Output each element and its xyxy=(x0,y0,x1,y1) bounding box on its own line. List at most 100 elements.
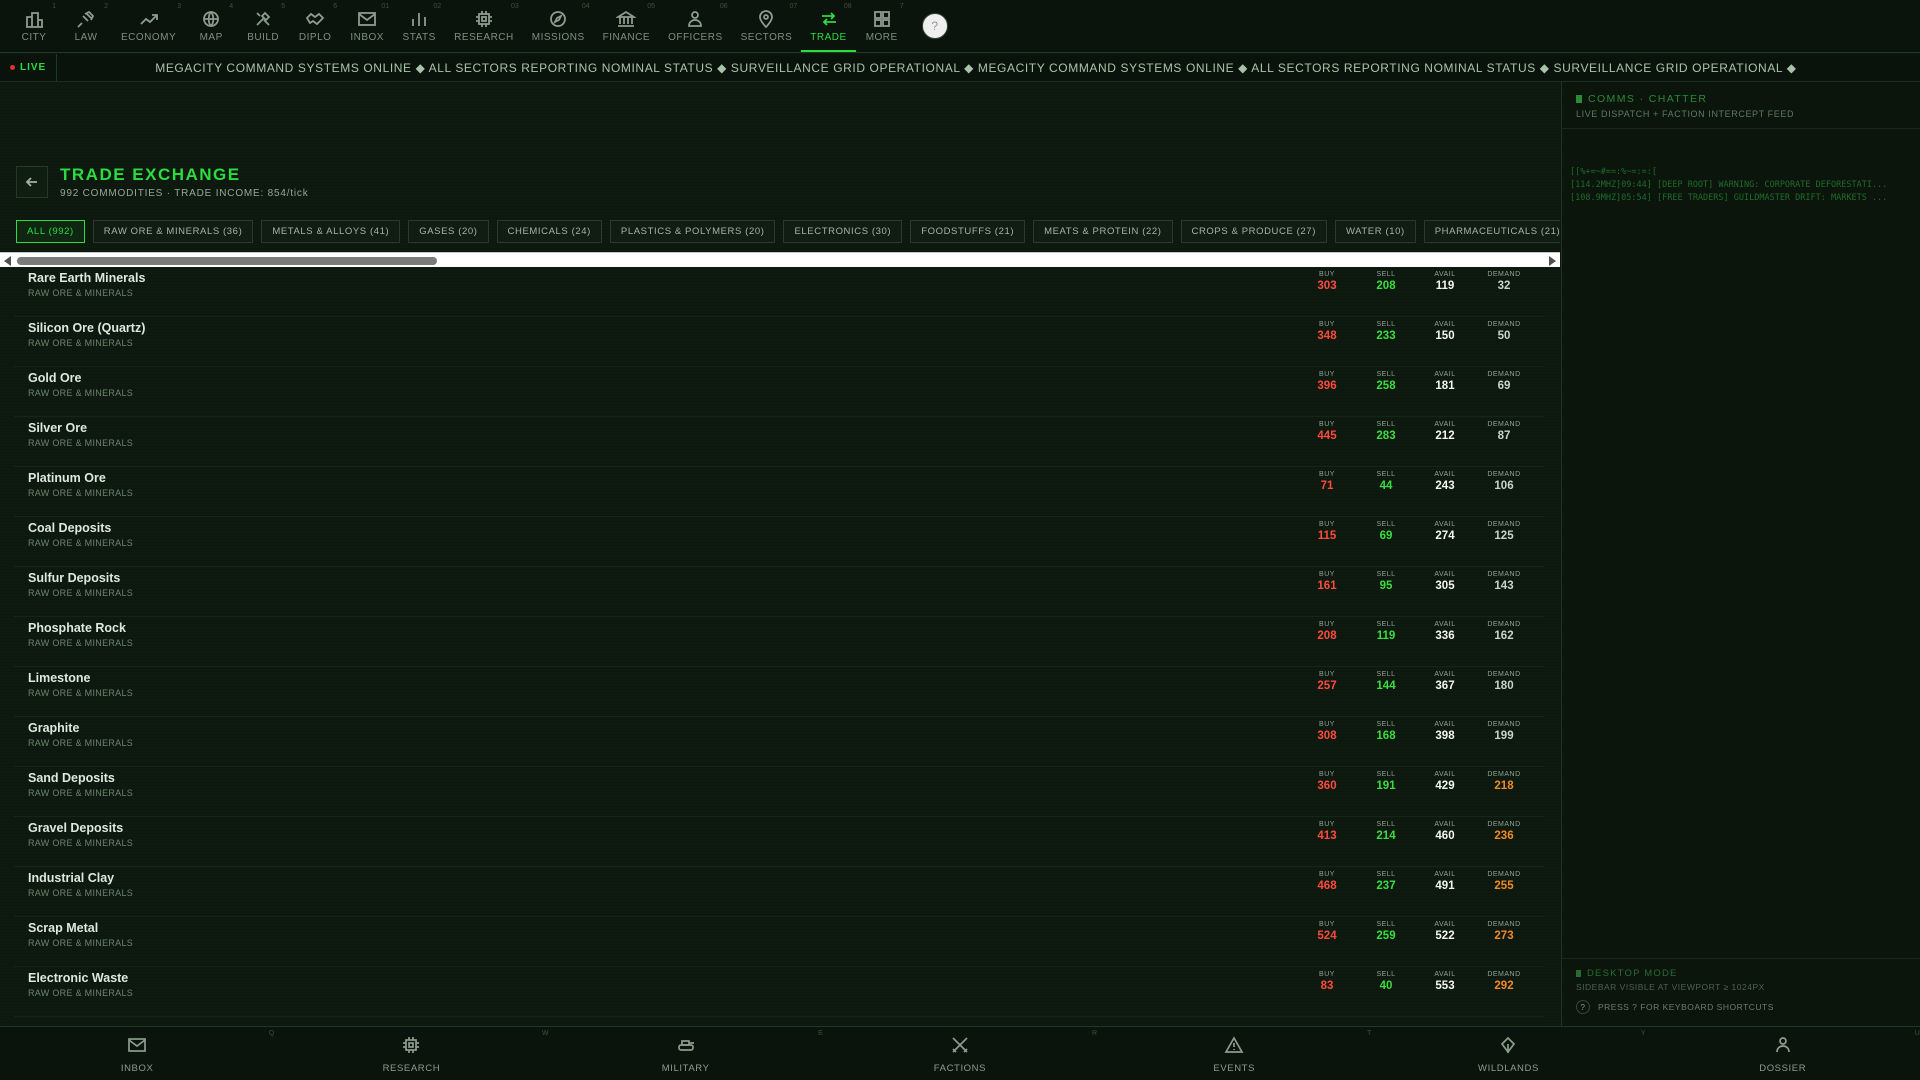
tab-pharmaceuticals-21[interactable]: PHARMACEUTICALS (21) xyxy=(1423,220,1560,243)
nav-item-more[interactable]: MORE 7 xyxy=(856,0,908,52)
commodity-row[interactable]: Limestone RAW ORE & MINERALS BUY 257 SELL 144… xyxy=(14,667,1544,717)
sell-label: SELL xyxy=(1376,671,1396,678)
avail-stat: AVAIL 212 xyxy=(1415,421,1475,442)
commodity-row[interactable]: Gravel Deposits RAW ORE & MINERALS BUY 413 S… xyxy=(14,817,1544,867)
nav-item-diplo[interactable]: DIPLO 6 xyxy=(289,0,341,52)
commodity-name: Silicon Ore (Quartz) xyxy=(28,321,146,335)
bottom-nav-military[interactable]: MILITARY E xyxy=(549,1027,823,1080)
avail-stat: AVAIL 150 xyxy=(1415,321,1475,342)
nav-icon-wrap xyxy=(305,9,325,29)
sell-stat: SELL 233 xyxy=(1356,321,1416,342)
nav-item-trade[interactable]: TRADE 08 xyxy=(801,0,857,52)
nav-item-build[interactable]: BUILD 5 xyxy=(237,0,289,52)
tab-gases-20[interactable]: GASES (20) xyxy=(408,220,489,243)
scroll-left-icon[interactable] xyxy=(4,256,11,266)
nav-item-research[interactable]: RESEARCH 03 xyxy=(445,0,523,52)
buy-value: 348 xyxy=(1317,330,1337,342)
scroll-right-icon[interactable] xyxy=(1549,256,1556,266)
scrollbar-thumb[interactable] xyxy=(17,257,437,265)
avail-label: AVAIL xyxy=(1434,721,1456,728)
commodity-name: Platinum Ore xyxy=(28,471,106,485)
tab-all-992[interactable]: ALL (992) xyxy=(16,220,85,243)
commodity-row[interactable]: Platinum Ore RAW ORE & MINERALS BUY 71 SELL 4… xyxy=(14,467,1544,517)
chip-icon xyxy=(475,11,492,27)
avail-stat: AVAIL 460 xyxy=(1415,821,1475,842)
commodity-row[interactable]: Coal Deposits RAW ORE & MINERALS BUY 115 SEL… xyxy=(14,517,1544,567)
tab-foodstuffs-21[interactable]: FOODSTUFFS (21) xyxy=(910,220,1026,243)
bottom-nav-factions[interactable]: FACTIONS R xyxy=(823,1027,1097,1080)
buy-value: 115 xyxy=(1317,530,1337,542)
crossed-swords-icon xyxy=(952,1036,968,1053)
horizontal-scrollbar[interactable] xyxy=(0,252,1560,267)
nav-item-finance[interactable]: FINANCE 05 xyxy=(594,0,659,52)
bottom-nav-inbox[interactable]: INBOX Q xyxy=(0,1027,274,1080)
commodity-row[interactable]: Gold Ore RAW ORE & MINERALS BUY 396 SELL 258 A… xyxy=(14,367,1544,417)
bottom-nav-events[interactable]: EVENTS T xyxy=(1097,1027,1371,1080)
tab-metals-alloys-41[interactable]: METALS & ALLOYS (41) xyxy=(261,220,401,243)
nav-item-sectors[interactable]: SECTORS 07 xyxy=(732,0,802,52)
avail-stat: AVAIL 522 xyxy=(1415,921,1475,942)
nav-item-label: STATS xyxy=(402,32,436,43)
back-button[interactable] xyxy=(16,166,48,198)
avail-label: AVAIL xyxy=(1434,621,1456,628)
live-dot-icon xyxy=(10,65,15,70)
bottom-nav-wildlands[interactable]: WILDLANDS Y xyxy=(1371,1027,1646,1080)
bottom-nav-icon-wrap xyxy=(1773,1035,1793,1060)
tab-water-10[interactable]: WATER (10) xyxy=(1334,220,1416,243)
nav-hotkey: 03 xyxy=(510,3,519,10)
avail-stat: AVAIL 367 xyxy=(1415,671,1475,692)
commodity-row[interactable]: Sand Deposits RAW ORE & MINERALS BUY 360 SEL… xyxy=(14,767,1544,817)
avail-value: 460 xyxy=(1435,830,1455,842)
tab-chemicals-24[interactable]: CHEMICALS (24) xyxy=(496,220,602,243)
tab-plastics-polymers-20[interactable]: PLASTICS & POLYMERS (20) xyxy=(609,220,776,243)
tab-electronics-30[interactable]: ELECTRONICS (30) xyxy=(783,220,903,243)
nav-item-stats[interactable]: STATS 02 xyxy=(393,0,445,52)
bottom-nav-icon-wrap xyxy=(950,1035,970,1060)
nav-item-inbox[interactable]: INBOX 01 xyxy=(341,0,393,52)
sell-label: SELL xyxy=(1376,521,1396,528)
nav-item-city[interactable]: CITY 1 xyxy=(8,0,60,52)
nav-item-officers[interactable]: OFFICERS 06 xyxy=(659,0,732,52)
nav-icon-wrap xyxy=(357,9,377,29)
sell-label: SELL xyxy=(1376,871,1396,878)
demand-stat: DEMAND 199 xyxy=(1474,721,1534,742)
avail-stat: AVAIL 491 xyxy=(1415,871,1475,892)
demand-stat: DEMAND 162 xyxy=(1474,621,1534,642)
commodity-row[interactable]: Silicon Ore (Quartz) RAW ORE & MINERALS BU… xyxy=(14,317,1544,367)
nav-item-label: INBOX xyxy=(350,32,384,43)
buy-stat: BUY 445 xyxy=(1297,421,1357,442)
nav-item-label: MORE xyxy=(865,32,898,43)
tab-meats-protein-22[interactable]: MEATS & PROTEIN (22) xyxy=(1033,220,1173,243)
buy-value: 524 xyxy=(1317,930,1337,942)
nav-item-map[interactable]: MAP 4 xyxy=(185,0,237,52)
nav-hotkey: 2 xyxy=(104,3,108,10)
buy-label: BUY xyxy=(1319,721,1335,728)
commodity-row[interactable]: Scrap Metal RAW ORE & MINERALS BUY 524 SELL 2… xyxy=(14,917,1544,967)
commodity-row[interactable]: Electronic Waste RAW ORE & MINERALS BUY 83 S… xyxy=(14,967,1544,1017)
avail-label: AVAIL xyxy=(1434,271,1456,278)
demand-stat: DEMAND 218 xyxy=(1474,771,1534,792)
buy-stat: BUY 208 xyxy=(1297,621,1357,642)
commodity-name: Rare Earth Minerals xyxy=(28,271,146,285)
nav-item-economy[interactable]: ECONOMY 3 xyxy=(112,0,185,52)
demand-value: 255 xyxy=(1494,880,1514,892)
sell-label: SELL xyxy=(1376,721,1396,728)
help-button[interactable]: ? xyxy=(921,13,948,39)
bottom-nav-dossier[interactable]: DOSSIER U xyxy=(1646,1027,1920,1080)
grid-icon xyxy=(873,11,890,27)
commodity-row[interactable]: Graphite RAW ORE & MINERALS BUY 308 SELL 168 A… xyxy=(14,717,1544,767)
commodity-row[interactable]: Rare Earth Minerals RAW ORE & MINERALS BUY… xyxy=(14,267,1544,317)
keyboard-shortcuts-hint[interactable]: ? PRESS ? FOR KEYBOARD SHORTCUTS xyxy=(1576,1000,1774,1014)
divider xyxy=(1562,958,1920,959)
tab-raw-ore-minerals-36[interactable]: RAW ORE & MINERALS (36) xyxy=(92,220,254,243)
tab-crops-produce-27[interactable]: CROPS & PRODUCE (27) xyxy=(1180,220,1327,243)
nav-icon-wrap xyxy=(548,9,568,29)
nav-item-law[interactable]: LAW 2 xyxy=(60,0,112,52)
nav-item-missions[interactable]: MISSIONS 04 xyxy=(523,0,594,52)
sell-value: 95 xyxy=(1379,580,1393,592)
commodity-row[interactable]: Silver Ore RAW ORE & MINERALS BUY 445 SELL 28… xyxy=(14,417,1544,467)
commodity-row[interactable]: Sulfur Deposits RAW ORE & MINERALS BUY 161 S… xyxy=(14,567,1544,617)
commodity-row[interactable]: Phosphate Rock RAW ORE & MINERALS BUY 208 SE… xyxy=(14,617,1544,667)
commodity-row[interactable]: Industrial Clay RAW ORE & MINERALS BUY 468 S… xyxy=(14,867,1544,917)
bottom-nav-research[interactable]: RESEARCH W xyxy=(274,1027,549,1080)
